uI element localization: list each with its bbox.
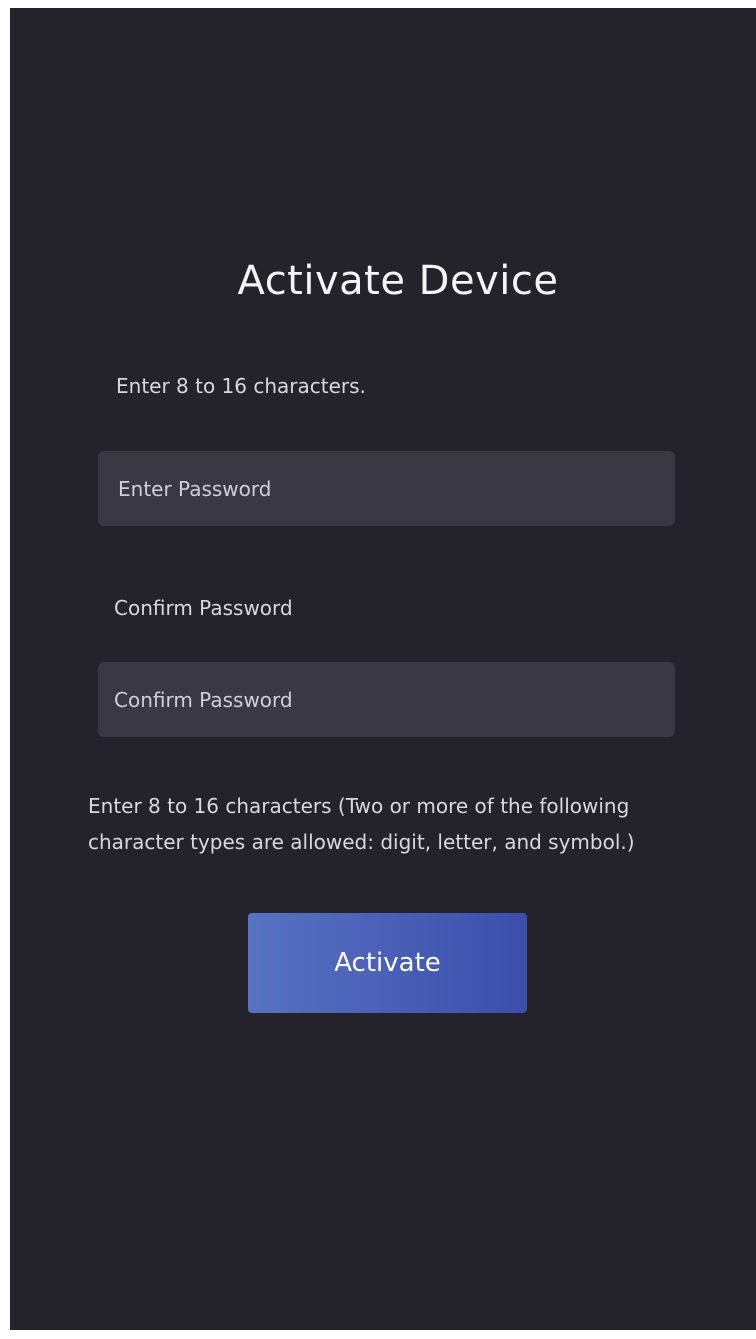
password-rules-text: Enter 8 to 16 characters (Two or more of… bbox=[88, 794, 635, 854]
confirm-password-field-container[interactable] bbox=[98, 662, 675, 737]
activation-screen: Activate Device Enter 8 to 16 characters… bbox=[10, 8, 756, 1330]
password-input[interactable] bbox=[116, 475, 675, 502]
activate-button[interactable]: Activate bbox=[248, 913, 527, 1013]
confirm-password-label: Confirm Password bbox=[114, 596, 293, 620]
password-hint: Enter 8 to 16 characters. bbox=[116, 374, 366, 398]
page-title: Activate Device bbox=[237, 258, 559, 304]
confirm-password-input[interactable] bbox=[112, 686, 675, 713]
password-field-container[interactable] bbox=[98, 451, 675, 526]
